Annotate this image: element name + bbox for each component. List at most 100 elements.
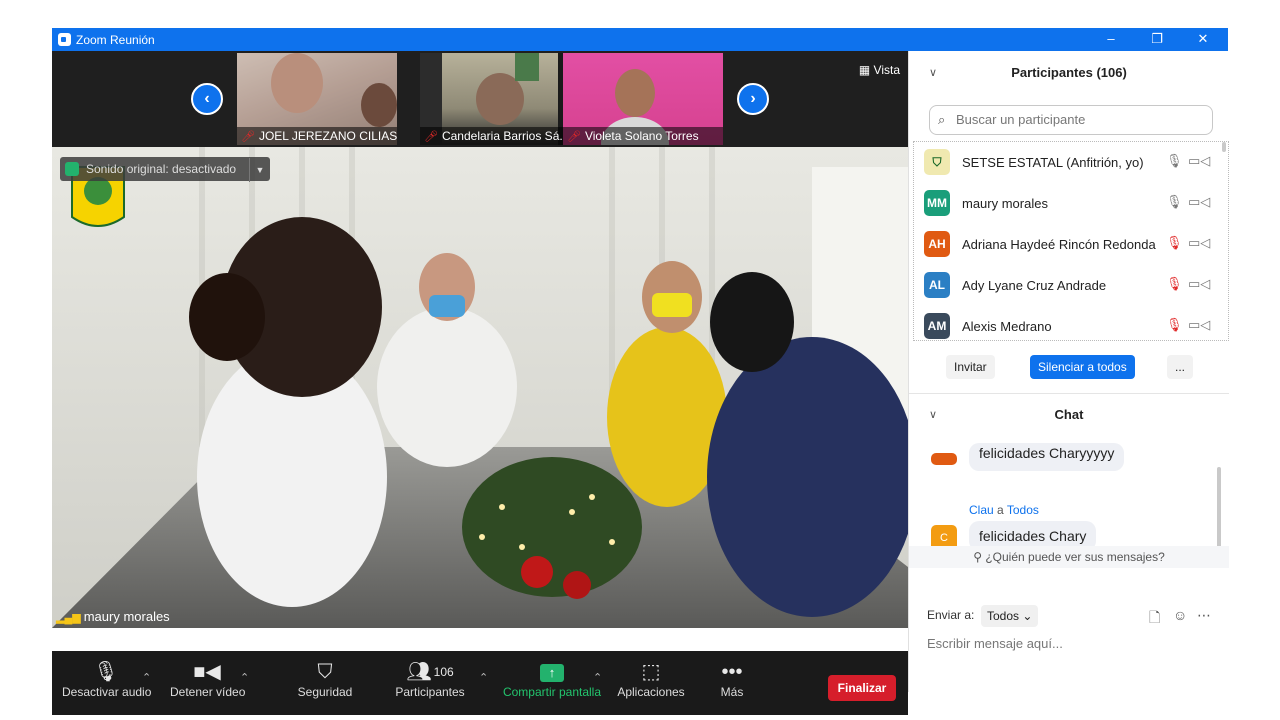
chat-message-meta: Clau a Todos (969, 503, 1039, 517)
participant-name: Ady Lyane Cruz Andrade (962, 278, 1107, 293)
shield-icon: ⛉ (317, 661, 333, 683)
avatar: AH (924, 231, 950, 257)
share-screen-icon: ↑ (500, 651, 604, 685)
search-icon: ⌕ (938, 112, 946, 127)
mic-muted-icon: 🎤︎ (241, 131, 255, 143)
grid-icon: ▦ (858, 63, 874, 77)
meeting-room-scene (52, 147, 908, 628)
video-camera-icon[interactable]: ▭◁ (1188, 235, 1210, 251)
view-label: Vista (873, 63, 900, 77)
active-speaker-name: maury morales (83, 609, 170, 624)
mute-audio-label: Desactivar audio (62, 685, 152, 699)
minimize-button[interactable]: – (1100, 30, 1122, 48)
microphone-muted-icon[interactable]: 🎙︎ (1166, 235, 1183, 251)
participants-title: Participantes (106) (1011, 65, 1127, 80)
more-options-icon[interactable]: ⋯ (1197, 607, 1211, 624)
microphone-icon[interactable]: 🎙︎ (1166, 153, 1183, 169)
thumbnail-video-3[interactable]: 🎤︎ Violeta Solano Torres (563, 53, 723, 145)
apps-icon: ⬚ (641, 661, 661, 683)
invite-button[interactable]: Invitar (946, 355, 995, 379)
security-label: Seguridad (297, 685, 353, 699)
chevron-down-icon[interactable]: ▼ (249, 158, 264, 182)
mute-audio-button[interactable]: 🎙︎ Desactivar audio (62, 651, 152, 715)
send-to-select[interactable]: Todos ⌄ (981, 605, 1039, 627)
thumbnail-label: 🎤︎ Violeta Solano Torres (563, 127, 723, 145)
mute-all-button[interactable]: Silenciar a todos (1030, 355, 1135, 379)
participants-label: Participantes (395, 685, 465, 699)
signal-bars-icon: ▂▄▆ (56, 612, 81, 624)
chat-sender: Clau (969, 503, 994, 517)
thumbnail-name: Candelaria Barrios Sá... (441, 129, 570, 143)
restore-button[interactable]: ❐ (1146, 30, 1168, 48)
video-area: ‹ 🎤︎ JOEL JEREZANO CILIAS 🎤︎ Candelaria Ba… (52, 51, 908, 715)
thumbnail-label: 🎤︎ Candelaria Barrios Sá... (420, 127, 580, 145)
who-can-see-messages[interactable]: ⚲ ¿Quién puede ver sus mensajes? (909, 546, 1229, 568)
participants-options-caret-icon[interactable]: ⌃ (479, 671, 488, 684)
next-page-button[interactable]: › (737, 83, 769, 115)
send-to-value: Todos (987, 609, 1020, 623)
microphone-icon: 🎙︎ (93, 661, 119, 683)
share-options-caret-icon[interactable]: ⌃ (593, 671, 602, 684)
participant-name: maury morales (962, 196, 1048, 211)
participant-name: Alexis Medrano (962, 319, 1052, 334)
participant-row[interactable]: MM maury morales 🎙︎ ▭◁ (914, 183, 1224, 224)
close-button[interactable]: ✕ (1192, 30, 1214, 48)
more-dots-icon: ••• (721, 661, 743, 683)
apps-button[interactable]: ⬚ Aplicaciones (614, 651, 688, 715)
thumbnail-strip: ‹ 🎤︎ JOEL JEREZANO CILIAS 🎤︎ Candelaria Ba… (52, 51, 908, 147)
person-lock-icon: ⚲ (973, 550, 986, 564)
thumbnail-video-2[interactable]: 🎤︎ Candelaria Barrios Sá... (420, 53, 580, 145)
microphone-icon[interactable]: 🎙︎ (1166, 194, 1183, 210)
participants-header: ∨ Participantes (106) (909, 51, 1229, 95)
participant-name: Adriana Haydeé Rincón Redonda (962, 237, 1156, 252)
more-button[interactable]: ••• Más (712, 651, 752, 715)
original-sound-indicator[interactable]: Sonido original: desactivado ▼ (60, 157, 271, 182)
participant-search-input[interactable]: ⌕ Buscar un participante (929, 105, 1213, 135)
chevron-down-icon[interactable]: ∨ (929, 393, 937, 437)
file-icon[interactable]: 🗋︎ (1149, 607, 1160, 631)
video-camera-icon[interactable]: ▭◁ (1188, 276, 1210, 292)
participant-row[interactable]: AH Adriana Haydeé Rincón Redonda 🎙︎ ▭◁ (914, 224, 1224, 265)
video-camera-icon[interactable]: ▭◁ (1188, 153, 1210, 169)
microphone-muted-icon[interactable]: 🎙︎ (1166, 317, 1183, 333)
chat-avatar (931, 453, 957, 465)
host-avatar: ⛉ (924, 149, 950, 175)
participants-more-button[interactable]: ... (1167, 355, 1194, 379)
thumbnail-video-1[interactable]: 🎤︎ JOEL JEREZANO CILIAS (237, 53, 397, 145)
thumbnail-name: Violeta Solano Torres (584, 129, 699, 143)
view-button[interactable]: ▦ Vista (859, 63, 900, 77)
avatar: AL (924, 272, 950, 298)
stop-video-label: Detener vídeo (170, 685, 246, 699)
audio-options-caret-icon[interactable]: ⌃ (142, 671, 151, 684)
chevron-down-icon[interactable]: ∨ (929, 51, 937, 95)
emoji-icon[interactable]: ☺ (1173, 607, 1187, 623)
more-label: Más (720, 685, 744, 699)
participant-row[interactable]: ⛉ SETSE ESTATAL (Anfitrión, yo) 🎙︎ ▭◁ (914, 142, 1224, 183)
participants-count: 106 (433, 665, 454, 679)
title-bar: Zoom Reunión – ❐ ✕ (52, 28, 1228, 51)
chat-message-input[interactable]: Escribir mensaje aquí... (927, 636, 1063, 651)
participant-list-scrollbar[interactable] (1222, 142, 1226, 152)
share-screen-button[interactable]: ↑ Compartir pantalla (500, 651, 604, 715)
participants-button[interactable]: 👥︎ 106 Participantes (392, 651, 468, 715)
avatar: AM (924, 313, 950, 339)
search-placeholder: Buscar un participante (956, 112, 1086, 127)
participants-icon: 👥︎ 106 (406, 661, 454, 683)
avatar: MM (924, 190, 950, 216)
video-camera-icon[interactable]: ▭◁ (1188, 317, 1210, 333)
mic-muted-icon: 🎤︎ (424, 131, 438, 143)
chat-recipient: Todos (1006, 503, 1039, 517)
participant-row[interactable]: AM Alexis Medrano 🎙︎ ▭◁ (914, 306, 1224, 347)
thumbnail-label: 🎤︎ JOEL JEREZANO CILIAS (237, 127, 397, 145)
video-camera-icon[interactable]: ▭◁ (1188, 194, 1210, 210)
participant-row[interactable]: AL Ady Lyane Cruz Andrade 🎙︎ ▭◁ (914, 265, 1224, 306)
microphone-muted-icon[interactable]: 🎙︎ (1166, 276, 1183, 292)
chat-header: ∨ Chat (909, 393, 1229, 437)
end-meeting-button[interactable]: Finalizar (828, 675, 896, 701)
who-can-see-text: ¿Quién puede ver sus mensajes? (985, 550, 1165, 564)
stop-video-button[interactable]: ■◀ Detener vídeo (170, 651, 246, 715)
original-sound-text: Sonido original: desactivado (86, 162, 237, 176)
previous-page-button[interactable]: ‹ (191, 83, 223, 115)
security-button[interactable]: ⛉ Seguridad (292, 651, 358, 715)
video-options-caret-icon[interactable]: ⌃ (240, 671, 249, 684)
